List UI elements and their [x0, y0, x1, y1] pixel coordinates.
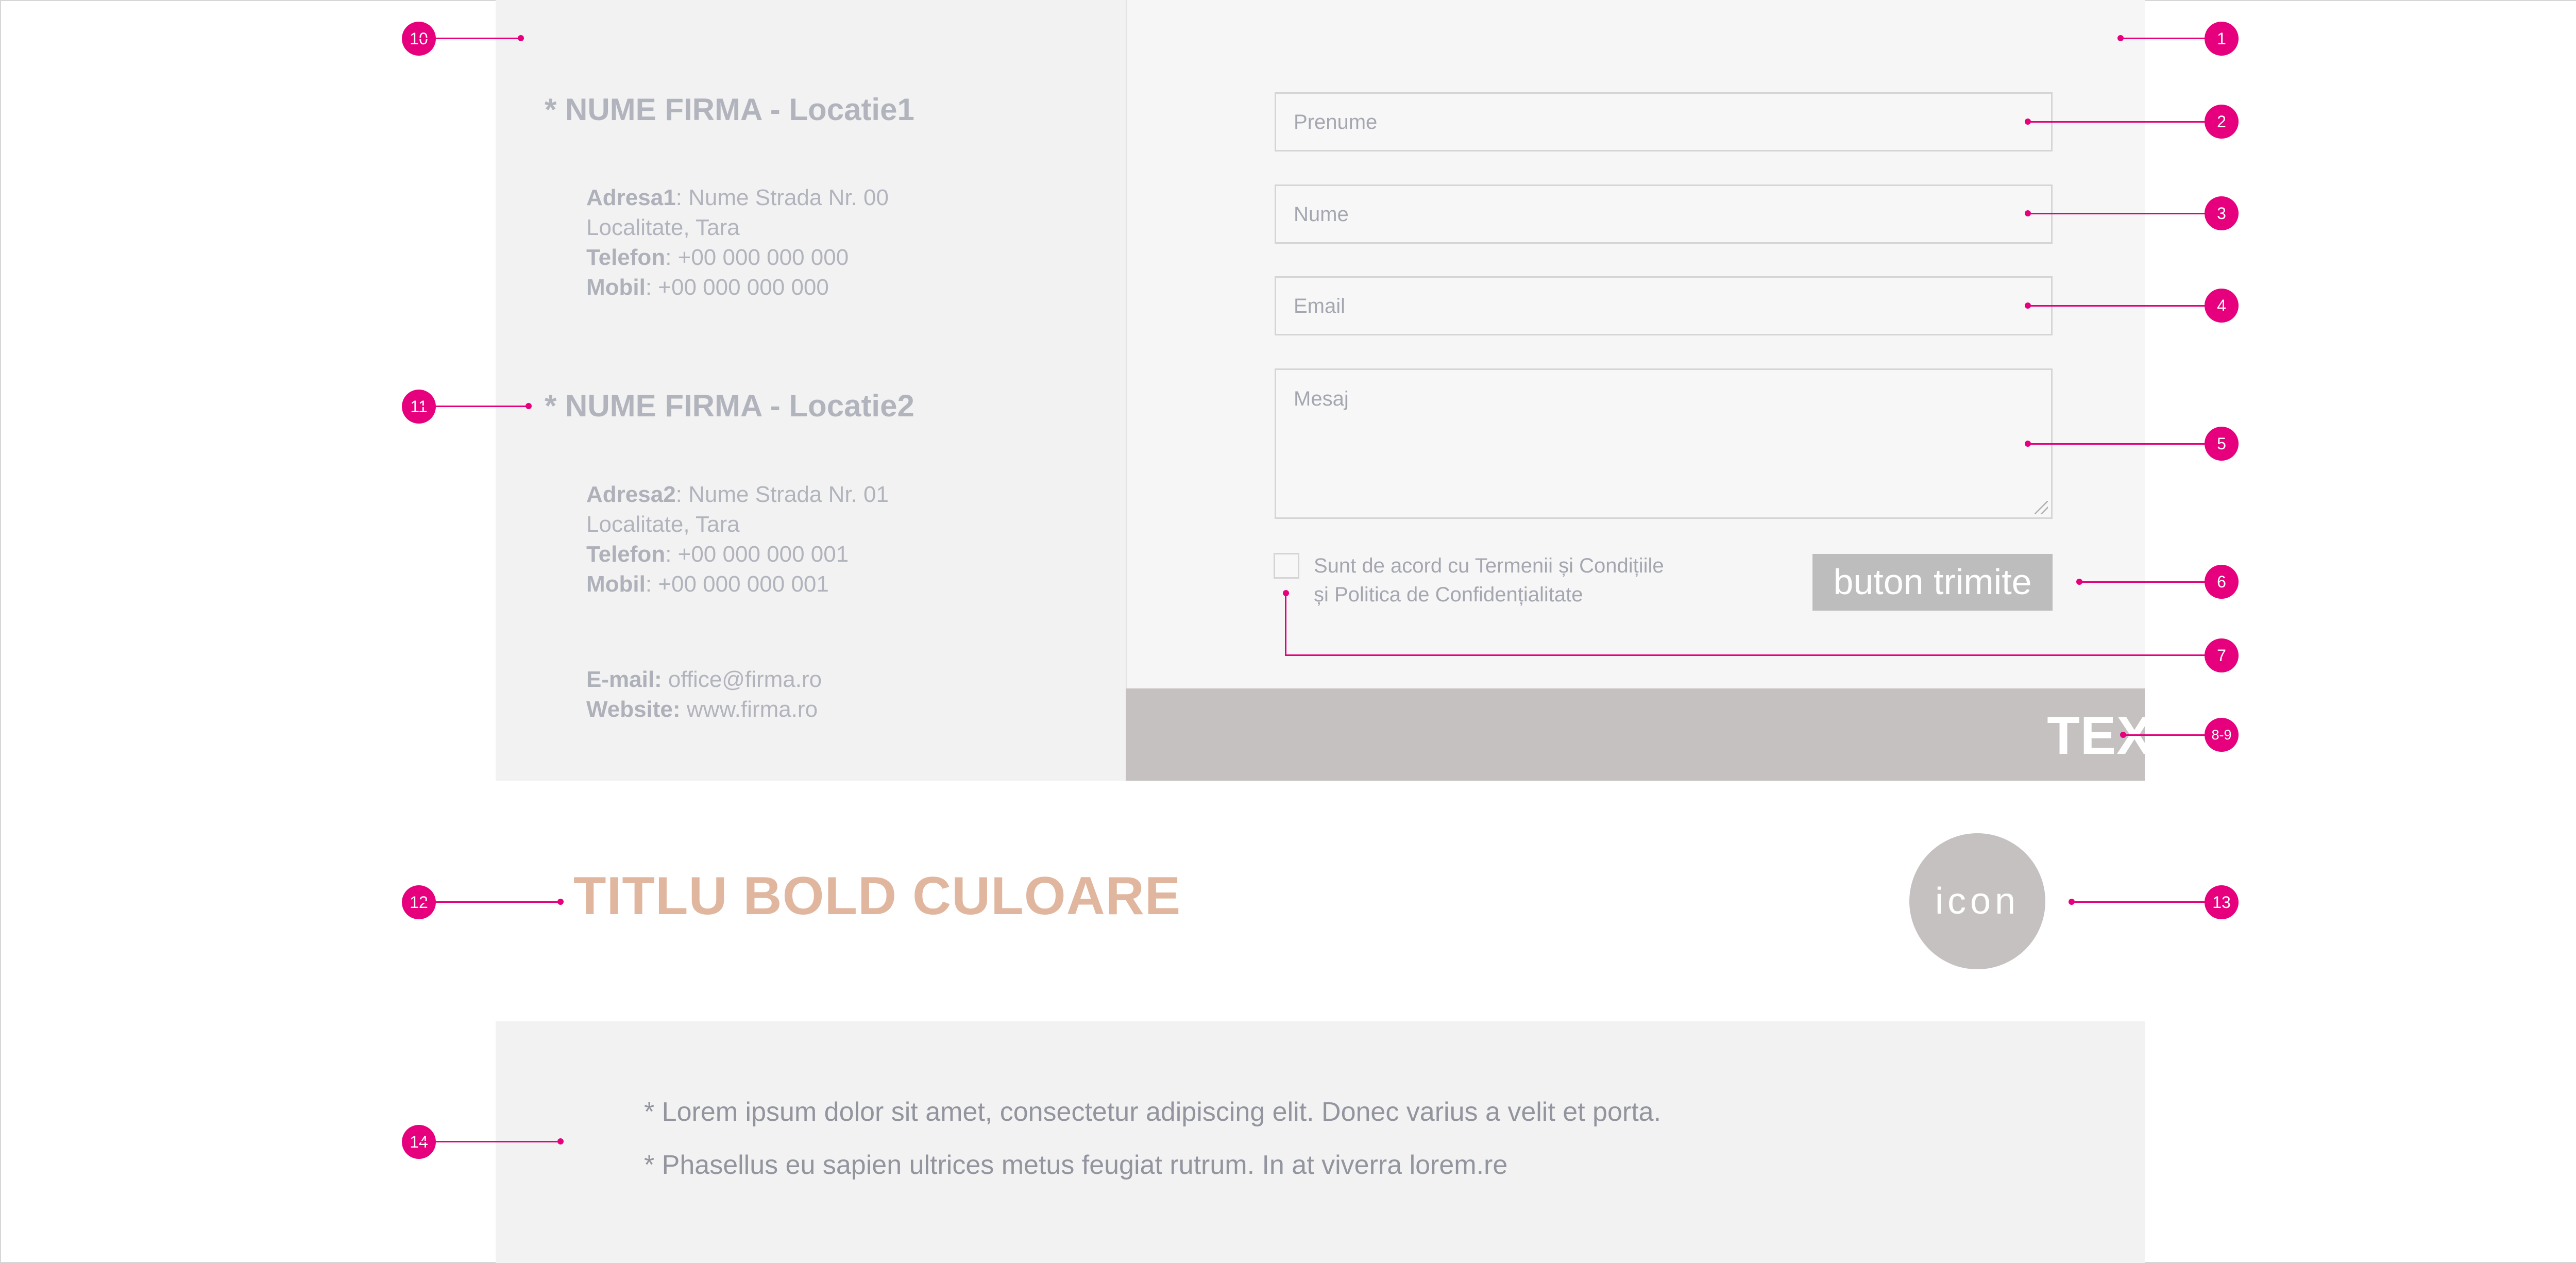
address2-value: : Nume Strada Nr. 01 [675, 482, 889, 507]
annotation-dot [2076, 579, 2082, 585]
annotation-badge-4: 4 [2205, 289, 2239, 323]
annotation-badge-1: 1 [2205, 22, 2239, 56]
location1-city: Localitate, Tara [586, 215, 740, 240]
first-name-input[interactable]: Prenume [1275, 92, 2053, 151]
annotation-leader [2027, 213, 2223, 214]
annotation-badge-8-9: 8-9 [2205, 718, 2239, 752]
terms-checkbox[interactable] [1274, 553, 1299, 579]
promo-text: TEXT PROMO BOLD! [2047, 706, 2576, 766]
mobile1-label: Mobil [586, 275, 646, 300]
resize-handle-icon[interactable] [2035, 501, 2048, 514]
mobile2-label: Mobil [586, 571, 646, 597]
list-item: * Lorem ipsum dolor sit amet, consectetu… [644, 1097, 1662, 1127]
annotation-leader [1285, 654, 2223, 656]
placeholder-icon: icon [1909, 833, 2045, 969]
message-textarea[interactable]: Mesaj [1275, 368, 2053, 519]
annotation-dot [2069, 899, 2075, 905]
location1-title: * NUME FIRMA - Locatie1 [545, 92, 914, 127]
phone1-label: Telefon [586, 245, 666, 270]
list-item: * Phasellus eu sapien ultrices metus feu… [644, 1150, 1508, 1180]
location2-city: Localitate, Tara [586, 512, 740, 537]
annotation-dot [2025, 441, 2031, 447]
annotation-leader [418, 38, 521, 39]
annotation-leader [2027, 443, 2223, 445]
phone2-value: : +00 000 000 001 [665, 542, 849, 567]
annotation-dot [2120, 732, 2126, 738]
annotation-leader [418, 406, 529, 407]
annotation-leader [2079, 581, 2223, 583]
mobile2-value: : +00 000 000 001 [645, 571, 829, 597]
section-title: TITLU BOLD CULOARE [573, 866, 1181, 926]
last-name-input[interactable]: Nume [1275, 184, 2053, 244]
annotation-dot [557, 899, 564, 905]
annotation-badge-6: 6 [2205, 565, 2239, 599]
annotation-badge-2: 2 [2205, 105, 2239, 139]
contact-details: E-mail: office@firma.ro Website: www.fir… [586, 665, 822, 725]
location1-address: Adresa1: Nume Strada Nr. 00 Localitate, … [586, 183, 889, 302]
annotation-leader [2027, 121, 2223, 123]
annotation-leader [418, 1141, 563, 1142]
annotation-leader [2071, 901, 2223, 903]
terms-line-1: Sunt de acord cu Termenii și Condițiile [1314, 554, 1664, 577]
annotation-leader [2027, 305, 2223, 307]
location2-title: * NUME FIRMA - Locatie2 [545, 389, 914, 423]
annotation-dot [557, 1138, 564, 1144]
annotation-badge-7: 7 [2205, 638, 2239, 672]
phone1-value: : +00 000 000 000 [665, 245, 849, 270]
website-link[interactable]: www.firma.ro [681, 697, 818, 722]
submit-button[interactable]: buton trimite [1812, 554, 2053, 611]
annotation-dot [1283, 590, 1289, 596]
bottom-info-panel [496, 1021, 2145, 1263]
email-label: E-mail: [586, 667, 662, 692]
annotation-badge-5: 5 [2205, 427, 2239, 461]
annotation-dot [2025, 210, 2031, 216]
address1-label: Adresa1 [586, 185, 676, 210]
terms-line-2: și Politica de Confidențialitate [1314, 583, 1583, 606]
annotation-dot [2025, 302, 2031, 309]
annotation-dot [2025, 119, 2031, 125]
address2-label: Adresa2 [586, 482, 676, 507]
phone2-label: Telefon [586, 542, 666, 567]
email-link[interactable]: office@firma.ro [662, 667, 822, 692]
website-label: Website: [586, 697, 681, 722]
address1-value: : Nume Strada Nr. 00 [675, 185, 889, 210]
location2-address: Adresa2: Nume Strada Nr. 01 Localitate, … [586, 480, 889, 599]
annotation-badge-3: 3 [2205, 196, 2239, 230]
annotation-dot [526, 403, 532, 409]
annotation-leader [418, 901, 563, 903]
annotation-badge-13: 13 [2205, 885, 2239, 919]
message-placeholder: Mesaj [1294, 388, 1349, 410]
annotation-dot [518, 35, 524, 41]
terms-label: Sunt de acord cu Termenii și Condițiile … [1314, 551, 1664, 609]
annotation-dot [2117, 35, 2124, 41]
email-input[interactable]: Email [1275, 276, 2053, 335]
annotation-leader [1285, 593, 1286, 656]
mobile1-value: : +00 000 000 000 [645, 275, 829, 300]
